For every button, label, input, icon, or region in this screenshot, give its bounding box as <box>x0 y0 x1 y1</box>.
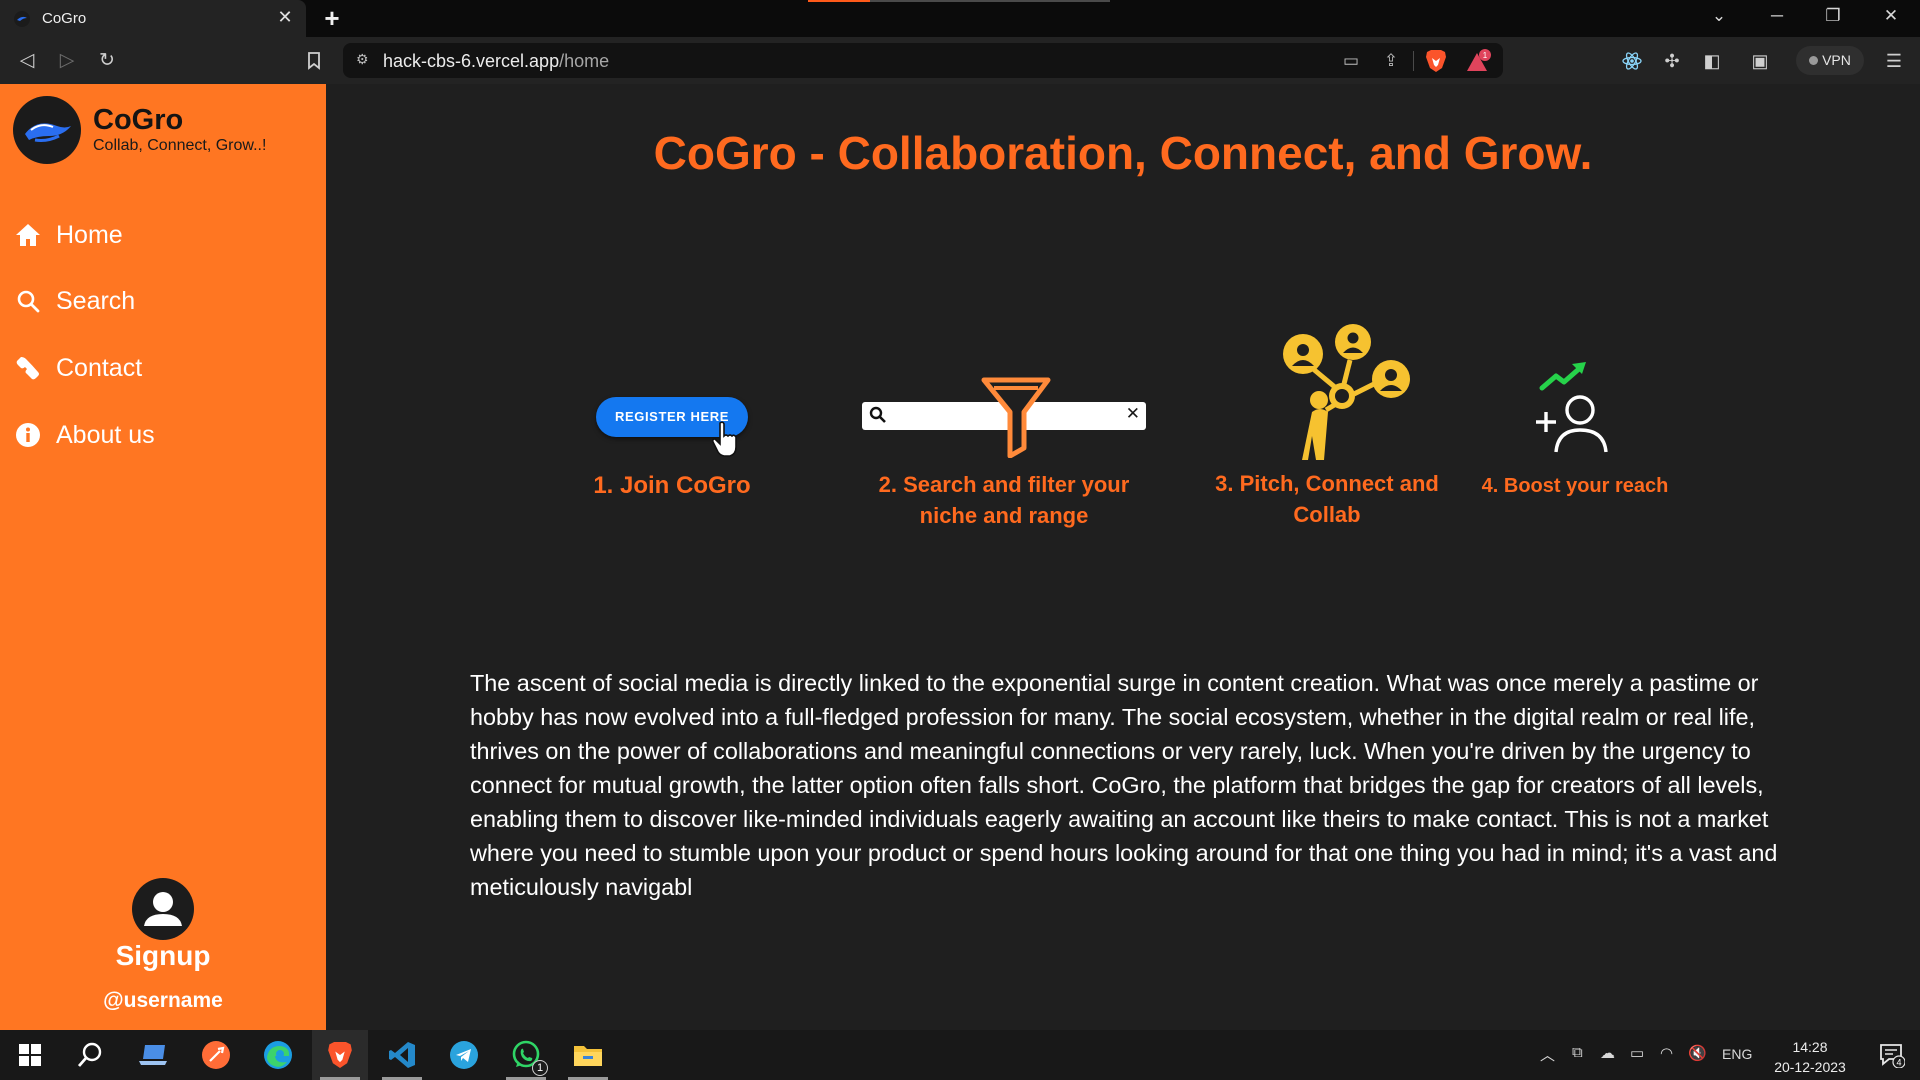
sidebar-toggle-icon[interactable]: ◧ <box>1698 47 1726 75</box>
description-paragraph: The ascent of social media is directly l… <box>470 670 1778 900</box>
wifi-icon[interactable]: ◠ <box>1660 1044 1673 1062</box>
step-pitch-collab: 3. Pitch, Connect and Collab <box>1215 471 1439 527</box>
search-icon <box>14 287 42 315</box>
sidebar-item-contact[interactable]: Contact <box>0 344 326 392</box>
signup-link[interactable]: Signup <box>0 940 326 972</box>
taskbar-search-button[interactable] <box>62 1030 118 1080</box>
folder-icon <box>574 1046 602 1066</box>
brand-tagline: Collab, Connect, Grow..! <box>93 137 267 154</box>
taskbar-app-postman[interactable] <box>188 1030 244 1080</box>
taskbar-app-brave[interactable] <box>312 1030 368 1080</box>
system-clock[interactable]: 14:28 20-12-2023 <box>1762 1037 1858 1077</box>
svg-text:1: 1 <box>1483 51 1488 60</box>
search-icon <box>77 1042 102 1067</box>
taskbar-app-edge[interactable] <box>250 1030 306 1080</box>
taskbar-app-telegram[interactable] <box>436 1030 492 1080</box>
windows-logo-icon <box>19 1044 41 1066</box>
main-content: CoGro - Collaboration, Connect, and Grow… <box>326 84 1920 1030</box>
notification-center-button[interactable]: 4 <box>1864 1030 1920 1080</box>
laptop-icon <box>139 1045 167 1065</box>
tab-title: CoGro <box>42 10 87 27</box>
site-settings-icon[interactable]: ⚙ <box>356 51 369 68</box>
minimize-window-button[interactable]: ─ <box>1760 6 1794 26</box>
network-people-icon <box>1283 324 1410 460</box>
meet-now-icon[interactable]: ⧉ <box>1572 1044 1583 1061</box>
sidebar: CoGro Collab, Connect, Grow..! Home Sear… <box>0 84 326 1030</box>
browser-tab-bar: CoGro ✕ + ⌄ ─ ❐ ✕ <box>0 0 1920 37</box>
vpn-button[interactable]: VPN <box>1796 46 1864 75</box>
loading-indicator <box>808 0 870 2</box>
close-tab-icon[interactable]: ✕ <box>274 7 296 28</box>
volume-muted-icon[interactable]: 🔇 <box>1688 1044 1707 1062</box>
search-icon <box>869 406 886 423</box>
wallet-icon[interactable]: ▣ <box>1746 47 1774 75</box>
taskbar-app-laptop[interactable] <box>126 1030 182 1080</box>
browser-toolbar: ◁ ▷ ↻ ⚙ hack-cbs-6.vercel.app/home ▭ ⇪ 1… <box>0 37 1920 84</box>
telegram-icon <box>450 1041 478 1069</box>
react-devtools-icon[interactable] <box>1618 47 1646 75</box>
battery-icon[interactable]: ▭ <box>1630 1044 1644 1062</box>
info-icon <box>14 421 42 449</box>
clear-icon: ✕ <box>1125 404 1140 423</box>
step-boost-reach: 4. Boost your reach <box>1481 475 1669 497</box>
bookmark-icon[interactable] <box>299 46 329 76</box>
edge-icon <box>264 1041 292 1069</box>
reload-button[interactable]: ↻ <box>92 46 122 76</box>
brand-name: CoGro <box>93 104 184 136</box>
postman-icon <box>202 1041 230 1069</box>
step-search-filter: 2. Search and filter your niche and rang… <box>878 472 1130 528</box>
taskbar-app-file-explorer[interactable] <box>560 1030 616 1080</box>
share-icon[interactable]: ⇪ <box>1379 49 1403 73</box>
page-title: CoGro - Collaboration, Connect, and Grow… <box>653 127 1593 179</box>
brave-shields-icon[interactable] <box>1425 49 1447 73</box>
sidebar-item-label: About us <box>56 420 155 449</box>
language-indicator[interactable]: ENG <box>1722 1046 1752 1062</box>
windows-taskbar: 1 ︿ ⧉ ☁ ▭ ◠ 🔇 ENG 14:28 20-12-2023 4 <box>0 1030 1920 1080</box>
start-button[interactable] <box>2 1030 58 1080</box>
vscode-icon <box>389 1042 415 1068</box>
loading-track <box>870 0 1110 2</box>
phone-icon <box>14 354 42 382</box>
home-icon <box>14 221 42 249</box>
cogro-favicon-icon <box>14 10 30 27</box>
cast-icon[interactable]: ▭ <box>1339 49 1363 73</box>
notification-icon: 4 <box>1880 1044 1905 1068</box>
address-bar[interactable]: ⚙ hack-cbs-6.vercel.app/home ▭ ⇪ 1 <box>343 43 1503 78</box>
filter-funnel-icon <box>981 377 1051 458</box>
sidebar-item-about[interactable]: About us <box>0 411 326 459</box>
pointer-hand-icon <box>711 421 737 457</box>
restore-window-button[interactable]: ❐ <box>1816 6 1850 26</box>
url-text[interactable]: hack-cbs-6.vercel.app/home <box>383 51 609 72</box>
extensions-icon[interactable]: ✣ <box>1658 47 1686 75</box>
brave-rewards-icon[interactable]: 1 <box>1465 49 1491 73</box>
clock-time: 14:28 <box>1792 1039 1828 1055</box>
clock-date: 20-12-2023 <box>1774 1059 1846 1075</box>
brave-icon <box>328 1042 352 1068</box>
cogro-logo-icon[interactable] <box>13 96 81 164</box>
show-hidden-icons-icon[interactable]: ︿ <box>1540 1044 1555 1065</box>
back-button[interactable]: ◁ <box>12 46 42 76</box>
forward-button[interactable]: ▷ <box>52 46 82 76</box>
tab-list-chevron-icon[interactable]: ⌄ <box>1702 6 1736 26</box>
sidebar-item-search[interactable]: Search <box>0 277 326 325</box>
username-label: @username <box>103 989 223 1012</box>
sidebar-item-label: Home <box>56 220 123 249</box>
onedrive-icon[interactable]: ☁ <box>1600 1044 1615 1062</box>
close-window-button[interactable]: ✕ <box>1874 6 1908 26</box>
sidebar-item-home[interactable]: Home <box>0 211 326 259</box>
svg-text:4: 4 <box>1896 1058 1901 1068</box>
menu-icon[interactable]: ☰ <box>1880 47 1908 75</box>
sidebar-item-label: Search <box>56 286 136 315</box>
avatar[interactable] <box>132 878 194 940</box>
whatsapp-badge: 1 <box>532 1060 548 1076</box>
browser-tab[interactable]: CoGro ✕ <box>0 0 306 37</box>
omnibox-separator <box>1413 51 1414 71</box>
growth-add-user-icon <box>1536 362 1608 453</box>
taskbar-app-vscode[interactable] <box>374 1030 430 1080</box>
page: CoGro Collab, Connect, Grow..! Home Sear… <box>0 84 1920 1030</box>
sidebar-item-label: Contact <box>56 353 143 382</box>
step-join: 1. Join CoGro <box>593 472 751 499</box>
new-tab-button[interactable]: + <box>318 3 346 34</box>
